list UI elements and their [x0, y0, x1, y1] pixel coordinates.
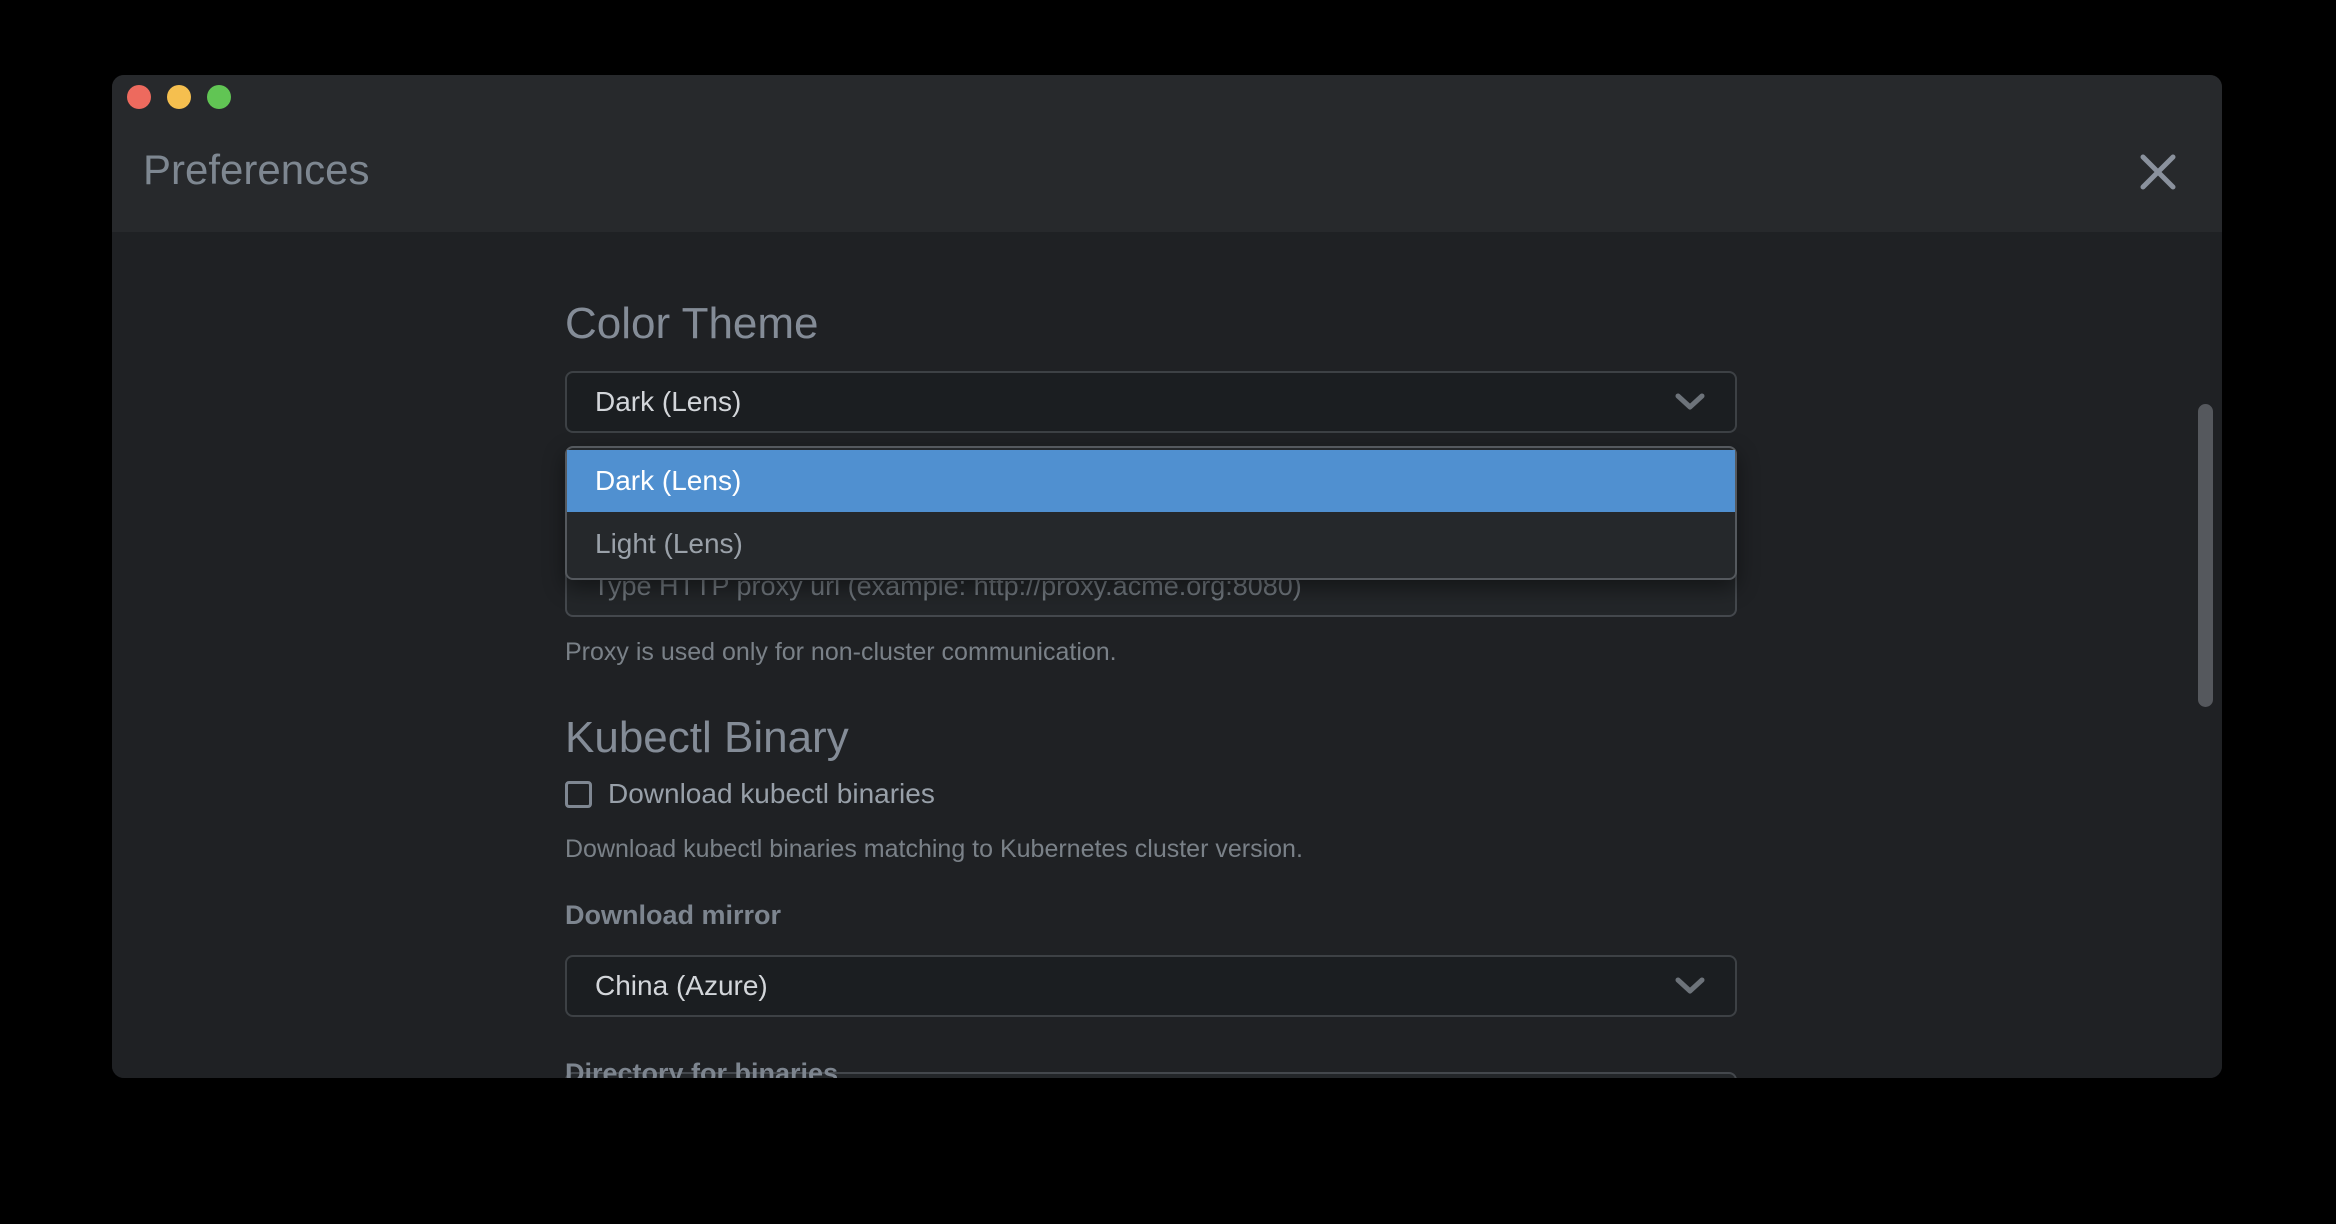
color-theme-heading: Color Theme	[565, 298, 1737, 350]
directory-for-binaries-label: Directory for binaries	[565, 1058, 1737, 1078]
kubectl-description: Download kubectl binaries matching to Ku…	[565, 833, 1737, 865]
download-kubectl-checkbox-row[interactable]: Download kubectl binaries	[565, 778, 1737, 810]
zoom-traffic-button[interactable]	[207, 85, 231, 109]
color-theme-dropdown: Dark (Lens) Light (Lens)	[565, 446, 1737, 580]
preferences-window: Preferences Color Theme Dark (Lens) Dark…	[112, 75, 2222, 1078]
page-title: Preferences	[143, 145, 369, 195]
scrollbar-thumb[interactable]	[2198, 404, 2213, 707]
kubectl-binary-heading: Kubectl Binary	[565, 712, 1737, 764]
chevron-down-icon	[1675, 977, 1705, 995]
chevron-down-icon	[1675, 393, 1705, 411]
download-kubectl-checkbox[interactable]	[565, 781, 592, 808]
dropdown-option-light-lens[interactable]: Light (Lens)	[567, 512, 1735, 575]
preferences-content: Color Theme Dark (Lens) Dark (Lens) Ligh…	[112, 232, 2222, 1078]
close-icon	[2139, 153, 2177, 191]
download-mirror-select[interactable]: China (Azure)	[565, 955, 1737, 1017]
download-mirror-label: Download mirror	[565, 900, 1737, 931]
download-kubectl-checkbox-label: Download kubectl binaries	[608, 778, 935, 810]
dropdown-option-dark-lens[interactable]: Dark (Lens)	[567, 450, 1735, 512]
color-theme-select-value: Dark (Lens)	[595, 386, 1675, 418]
window-header: Preferences	[112, 75, 2222, 232]
close-traffic-button[interactable]	[127, 85, 151, 109]
download-mirror-select-value: China (Azure)	[595, 970, 1675, 1002]
traffic-lights	[127, 85, 231, 109]
close-button[interactable]	[2134, 148, 2182, 196]
proxy-helper-text: Proxy is used only for non-cluster commu…	[565, 636, 1737, 668]
color-theme-select[interactable]: Dark (Lens)	[565, 371, 1737, 433]
minimize-traffic-button[interactable]	[167, 85, 191, 109]
